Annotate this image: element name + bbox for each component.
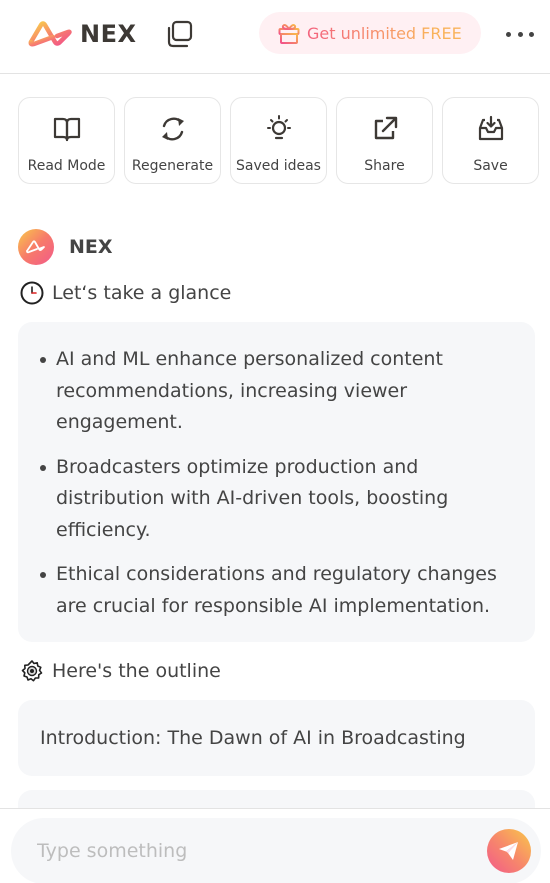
bot-avatar [18,229,54,265]
read-mode-label: Read Mode [27,158,106,174]
glance-bullet-text: Broadcasters optimize production and dis… [56,455,449,541]
glance-bullet: Broadcasters optimize production and dis… [40,452,515,547]
save-label: Save [473,158,508,174]
share-label: Share [364,158,405,174]
send-button[interactable] [487,829,531,873]
bullet-dot-icon [40,357,46,363]
bullet-dot-icon [40,572,46,578]
paper-plane-icon [499,842,518,860]
glance-bullet: Ethical considerations and regulatory ch… [40,559,515,622]
bot-header: NEX [18,229,113,265]
saved-ideas-button[interactable]: Saved ideas [230,97,327,184]
message-input[interactable] [37,818,477,883]
composer [11,818,541,883]
lightbulb-icon [266,115,291,140]
nex-logo: NEX [27,20,136,48]
nex-logo-icon [28,21,72,47]
book-icon [53,117,80,142]
logo-text: NEX [80,20,137,48]
promo-label: Get unlimited FREE [307,23,462,43]
more-dot-icon [517,31,523,37]
copy-button[interactable] [165,19,195,49]
glance-bullet-text: Ethical considerations and regulatory ch… [56,563,497,617]
gear-icon [21,660,43,682]
more-dot-icon [529,31,534,37]
copy-icon [167,20,193,48]
regenerate-button[interactable]: Regenerate [124,97,221,184]
glance-bullet: AI and ML enhance personalized content r… [40,344,515,439]
glance-bullet-text: AI and ML enhance personalized content r… [56,348,443,433]
outline-title-text: Here's the outline [52,660,221,682]
bullet-dot-icon [40,464,46,471]
outline-item[interactable]: Introduction: The Dawn of AI in Broadcas… [18,700,535,776]
top-header: NEX Get unlimited FREE [0,0,550,74]
outline-item-text: Introduction: The Dawn of AI in Broadcas… [40,727,466,749]
saved-ideas-label: Saved ideas [236,158,321,174]
action-toolbar: Read Mode Regenerate Saved ideas Share S… [18,97,539,184]
inbox-download-icon [478,115,503,141]
clock-icon [20,281,44,305]
composer-bar [0,808,550,883]
share-button[interactable]: Share [336,97,433,184]
more-options-button[interactable] [506,24,534,44]
glance-section-title: Let‘s take a glance [20,281,231,305]
regenerate-label: Regenerate [131,158,214,174]
read-mode-button[interactable]: Read Mode [18,97,115,184]
save-button[interactable]: Save [442,97,539,184]
glance-title-text: Let‘s take a glance [52,282,232,304]
get-unlimited-free-button[interactable]: Get unlimited FREE [259,12,481,54]
glance-card: AI and ML enhance personalized content r… [18,322,535,642]
more-dot-icon [506,31,511,37]
nex-avatar-icon [26,240,45,254]
refresh-icon [161,117,184,141]
bot-name: NEX [69,236,113,258]
outline-section-title: Here's the outline [20,659,221,683]
external-link-icon [374,116,397,140]
gift-icon [278,24,300,44]
